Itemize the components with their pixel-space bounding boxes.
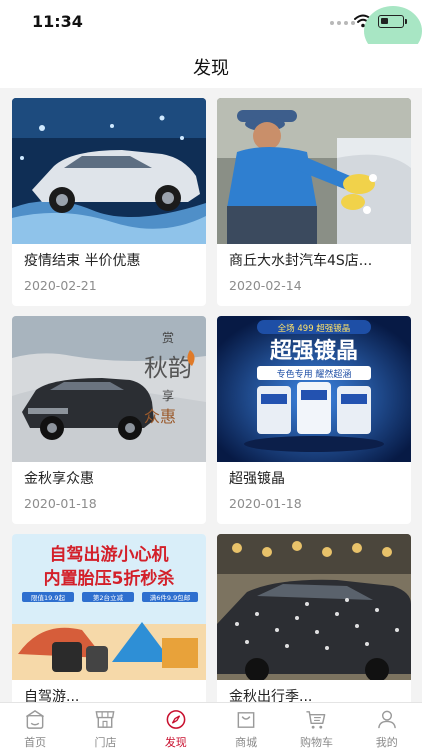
tab-label-mall: 商城	[235, 736, 258, 749]
trip-tag-1: 限值19.9起	[31, 593, 65, 602]
article-card[interactable]: 疫情结束 半价优惠 2020-02-21	[12, 98, 206, 306]
article-date: 2020-02-14	[229, 278, 302, 293]
tab-discover[interactable]: 发现	[141, 703, 211, 750]
coating-headline-text: 超强镀晶	[270, 338, 358, 364]
article-title: 金秋享众惠	[24, 471, 94, 487]
article-image-car-wash	[12, 98, 206, 244]
tab-label-store: 门店	[94, 736, 117, 749]
article-title: 自驾游...	[24, 689, 80, 702]
article-title: 商丘大水封汽车4S店...	[229, 253, 373, 269]
trip-tag-3: 满6件9.9包邮	[150, 593, 191, 602]
tab-label-discover: 发现	[164, 736, 187, 749]
article-date: 2020-01-18	[24, 496, 97, 511]
nav-header: 发现	[0, 44, 422, 88]
user-icon	[377, 710, 396, 729]
article-card[interactable]: 自驾出游小心机 内置胎压5折秒杀 限值19.9起 第2台立减 满6件9.9包邮 …	[12, 534, 206, 702]
store-icon	[96, 711, 115, 728]
tab-label-profile: 我的	[375, 736, 398, 749]
battery-icon	[378, 15, 407, 28]
trip-tag-2: 第2台立减	[93, 593, 124, 602]
article-image-showroom-car	[217, 534, 411, 680]
shopping-bag-icon	[237, 712, 255, 728]
coating-sub-text: 专色专用 耀然超涵	[277, 368, 352, 380]
article-image-coating-product: 全场 499 超强镀晶 超强镀晶 专色专用 耀然超涵	[217, 316, 411, 462]
promo-char-xiang: 享	[162, 388, 174, 403]
article-date: 2020-01-18	[229, 496, 302, 511]
article-image-autumn-promo: 赏 秋韵 享 众惠	[12, 316, 206, 462]
tab-mall[interactable]: 商城	[211, 703, 281, 750]
article-title: 金秋出行季...	[229, 689, 313, 702]
trip-line2-text: 内置胎压5折秒杀	[44, 568, 175, 589]
compass-icon	[166, 710, 186, 729]
article-card[interactable]: 赏 秋韵 享 众惠 金秋享众惠 2020-01-18	[12, 316, 206, 524]
promo-char-zhonghui: 众惠	[144, 407, 176, 426]
article-date: 2020-02-21	[24, 278, 97, 293]
tab-home[interactable]: 首页	[0, 703, 70, 750]
bottom-tab-bar: 首页 门店 发现 商城 购物车 我的	[0, 702, 422, 750]
status-time: 11:34	[32, 12, 83, 31]
promo-char-qiuyun: 秋韵	[144, 354, 192, 382]
tab-cart[interactable]: 购物车	[281, 703, 351, 750]
article-card[interactable]: 金秋出行季...	[217, 534, 411, 702]
article-card[interactable]: 商丘大水封汽车4S店... 2020-02-14	[217, 98, 411, 306]
article-card[interactable]: 全场 499 超强镀晶 超强镀晶 专色专用 耀然超涵 超强镀晶 2020-01-…	[217, 316, 411, 524]
tab-label-home: 首页	[24, 736, 47, 749]
article-image-self-drive: 自驾出游小心机 内置胎压5折秒杀 限值19.9起 第2台立减 满6件9.9包邮	[12, 534, 206, 680]
signal-icon	[330, 21, 355, 25]
trip-line1-text: 自驾出游小心机	[50, 544, 169, 565]
article-title: 疫情结束 半价优惠	[24, 253, 141, 269]
article-image-washing-worker	[217, 98, 411, 244]
article-title: 超强镀晶	[229, 471, 285, 487]
tab-profile[interactable]: 我的	[352, 703, 422, 750]
cart-icon	[306, 711, 326, 729]
coating-banner-text: 全场 499 超强镀晶	[278, 323, 351, 334]
home-icon	[26, 710, 45, 729]
tab-label-cart: 购物车	[299, 736, 333, 749]
page-title: 发现	[193, 58, 229, 79]
article-grid[interactable]: 疫情结束 半价优惠 2020-02-21 商丘大水封汽车4S店... 2020-…	[0, 88, 422, 702]
tab-store[interactable]: 门店	[70, 703, 140, 750]
promo-char-shang: 赏	[162, 331, 174, 345]
status-bar: 11:34	[0, 0, 422, 56]
